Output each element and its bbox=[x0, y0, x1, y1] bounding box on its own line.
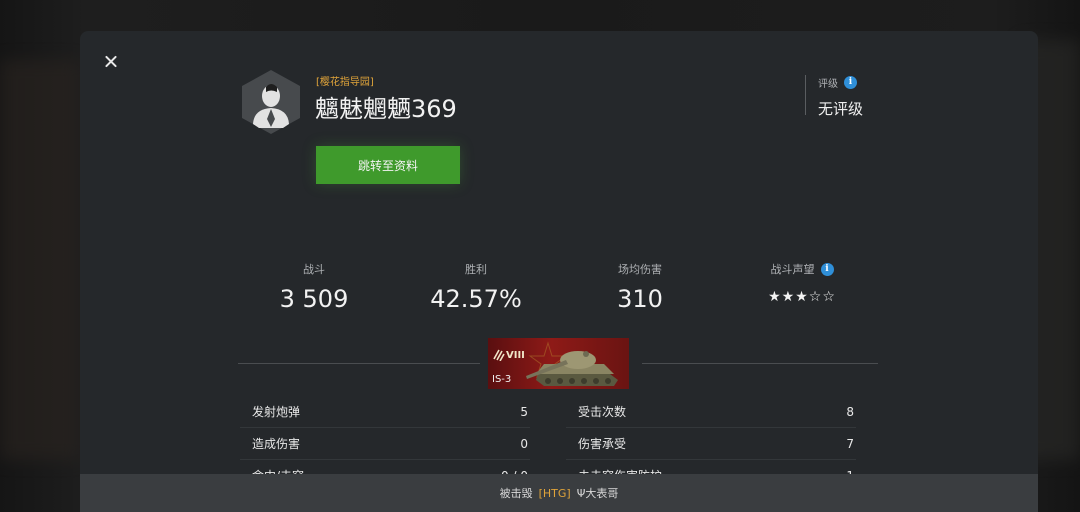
rating-label: 评级 bbox=[818, 79, 838, 90]
stat-row: 发射炮弹 5 bbox=[240, 396, 530, 428]
stat-victories: 胜利 42.57% bbox=[396, 261, 556, 313]
stat-label: 战斗 bbox=[303, 263, 325, 276]
row-label: 受击次数 bbox=[578, 405, 627, 419]
destroyed-by-label: 被击毁 bbox=[499, 487, 533, 500]
tank-icon bbox=[526, 351, 618, 386]
tier-chevron-icon bbox=[493, 349, 505, 361]
row-label: 造成伤害 bbox=[252, 437, 301, 451]
row-value: 5 bbox=[520, 404, 528, 419]
row-value: 8 bbox=[846, 404, 854, 419]
avatar bbox=[242, 70, 300, 134]
reputation-stars: ★★★☆☆ bbox=[768, 289, 836, 305]
stat-value: 310 bbox=[617, 285, 663, 313]
info-icon[interactable]: i bbox=[820, 262, 834, 276]
rating-block: 评级 i 无评级 bbox=[805, 75, 863, 118]
stat-value: 42.57% bbox=[430, 285, 522, 313]
stat-value: 3 509 bbox=[279, 285, 349, 313]
row-label: 发射炮弹 bbox=[252, 405, 301, 419]
info-icon[interactable]: i bbox=[844, 76, 857, 89]
divider-right bbox=[642, 363, 878, 364]
stat-battles: 战斗 3 509 bbox=[234, 261, 394, 313]
player-profile-panel: [樱花指导园] 魑魅魍魉369 跳转至资料 评级 i 无评级 战斗 3 509 … bbox=[80, 31, 1038, 512]
stat-row: 造成伤害 0 bbox=[240, 428, 530, 460]
close-icon[interactable] bbox=[102, 53, 120, 71]
tank-name: IS-3 bbox=[492, 374, 512, 385]
row-value: 7 bbox=[846, 436, 854, 451]
rating-value: 无评级 bbox=[818, 100, 864, 118]
tank-card[interactable]: VIII IS-3 bbox=[488, 338, 629, 389]
row-label: 伤害承受 bbox=[578, 437, 627, 451]
player-name: 魑魅魍魉369 bbox=[315, 95, 457, 123]
go-to-profile-button[interactable]: 跳转至资料 bbox=[316, 146, 460, 184]
row-value: 0 bbox=[520, 436, 528, 451]
stat-label: 战斗声望 bbox=[770, 263, 815, 276]
killer-clan-tag: [HTG] bbox=[538, 486, 571, 500]
stat-row: 受击次数 8 bbox=[566, 396, 856, 428]
killer-name[interactable]: Ψ大表哥 bbox=[577, 485, 619, 501]
destroyed-by-bar: 被击毁 [HTG] Ψ大表哥 bbox=[80, 474, 1038, 512]
stat-row: 伤害承受 7 bbox=[566, 428, 856, 460]
stat-label: 胜利 bbox=[465, 263, 487, 276]
divider-left bbox=[238, 363, 480, 364]
stat-battle-reputation: 战斗声望 i ★★★☆☆ bbox=[722, 261, 882, 305]
clan-tag: [樱花指导园] bbox=[316, 77, 374, 88]
stat-avg-damage: 场均伤害 310 bbox=[560, 261, 720, 313]
stat-label: 场均伤害 bbox=[618, 263, 662, 276]
